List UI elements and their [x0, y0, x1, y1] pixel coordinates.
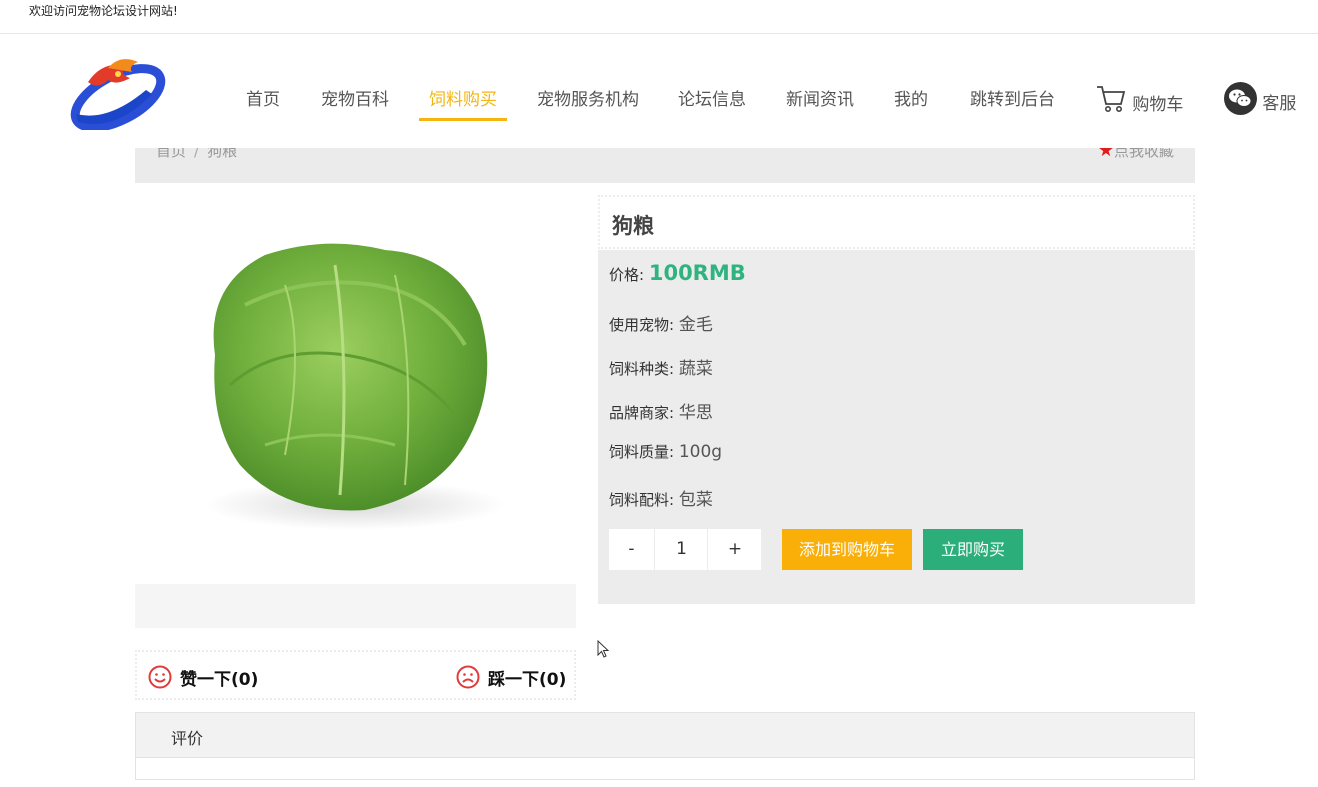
quantity-stepper: - 1 + — [609, 529, 761, 570]
breadcrumb-separator: / — [194, 148, 200, 160]
site-header: 首页 宠物百科 饲料购买 宠物服务机构 论坛信息 新闻资讯 我的 跳转到后台 购… — [0, 34, 1318, 148]
add-to-cart-button[interactable]: 添加到购物车 — [782, 529, 912, 570]
product-title-box: 狗粮 — [598, 195, 1195, 249]
field-value: 金毛 — [678, 315, 713, 335]
field-value: 包菜 — [678, 490, 713, 510]
nav-item-pet-encyclopedia[interactable]: 宠物百科 — [321, 89, 389, 121]
top-bar: 欢迎访问宠物论坛设计网站! — [0, 0, 1318, 34]
field-label: 品牌商家: — [609, 404, 675, 422]
cart-icon — [1097, 86, 1126, 112]
buy-now-button[interactable]: 立即购买 — [923, 529, 1023, 570]
field-row: 饲料质量: 100g — [609, 441, 722, 462]
review-title: 评价 — [171, 729, 204, 748]
customer-service-link[interactable]: 客服 — [1224, 82, 1296, 115]
star-icon: ★ — [1097, 148, 1114, 161]
favorite-label: 点我收藏 — [1113, 148, 1174, 160]
field-value: 蔬菜 — [678, 359, 713, 379]
field-row: 饲料配料: 包菜 — [609, 485, 713, 510]
nav-item-forum[interactable]: 论坛信息 — [678, 89, 746, 121]
price-row: 价格: 100RMB — [609, 261, 746, 285]
favorite-button[interactable]: ★点我收藏 — [1098, 148, 1174, 161]
field-value: 100g — [678, 442, 723, 462]
dislike-label: 踩一下(0) — [488, 670, 567, 690]
product-info-panel: 价格: 100RMB 使用宠物: 金毛 饲料种类: 蔬菜 品牌商家: 华思 饲料… — [598, 250, 1195, 604]
field-row: 使用宠物: 金毛 — [609, 310, 713, 335]
field-label: 饲料种类: — [609, 360, 675, 378]
field-row: 饲料种类: 蔬菜 — [609, 354, 713, 379]
mouse-cursor-icon — [597, 640, 610, 658]
field-value: 华思 — [678, 403, 713, 423]
cart-link[interactable]: 购物车 — [1095, 84, 1183, 115]
field-label: 饲料质量: — [609, 443, 675, 461]
image-caption-bar — [135, 584, 576, 628]
vote-box: 赞一下(0) 踩一下(0) — [135, 650, 576, 700]
nav-item-home[interactable]: 首页 — [246, 89, 280, 121]
quantity-increment-button[interactable]: + — [709, 529, 761, 570]
field-label: 使用宠物: — [609, 316, 675, 334]
field-label: 饲料配料: — [609, 491, 675, 509]
product-title: 狗粮 — [612, 214, 654, 238]
quantity-input[interactable]: 1 — [656, 529, 708, 570]
price-value: 100RMB — [648, 261, 746, 285]
site-logo[interactable] — [68, 52, 168, 130]
breadcrumb-current: 狗粮 — [207, 148, 238, 160]
wechat-icon — [1224, 82, 1257, 115]
breadcrumb: 首页 / 狗粮 — [156, 148, 237, 161]
nav-item-news[interactable]: 新闻资讯 — [786, 89, 854, 121]
breadcrumb-bar: 首页 / 狗粮 ★点我收藏 — [135, 148, 1195, 183]
like-button[interactable]: 赞一下(0) — [148, 665, 258, 690]
cart-label: 购物车 — [1132, 95, 1184, 115]
welcome-text: 欢迎访问宠物论坛设计网站! — [29, 4, 178, 18]
review-header: 评价 — [136, 713, 1194, 758]
like-label: 赞一下(0) — [180, 670, 259, 690]
nav-item-pet-services[interactable]: 宠物服务机构 — [537, 89, 639, 121]
nav-item-admin[interactable]: 跳转到后台 — [970, 89, 1055, 121]
price-label: 价格: — [609, 266, 645, 284]
field-row: 品牌商家: 华思 — [609, 398, 713, 423]
nav-item-feed-purchase[interactable]: 饲料购买 — [419, 89, 507, 121]
quantity-decrement-button[interactable]: - — [609, 529, 655, 570]
breadcrumb-home[interactable]: 首页 — [156, 148, 186, 160]
customer-service-label: 客服 — [1262, 94, 1297, 114]
smile-icon — [148, 665, 172, 689]
review-section: 评价 — [135, 712, 1195, 780]
lettuce-image — [205, 243, 505, 530]
frown-icon — [456, 665, 480, 689]
dislike-button[interactable]: 踩一下(0) — [456, 665, 566, 690]
product-image — [135, 195, 567, 575]
nav-item-mine[interactable]: 我的 — [894, 89, 928, 121]
